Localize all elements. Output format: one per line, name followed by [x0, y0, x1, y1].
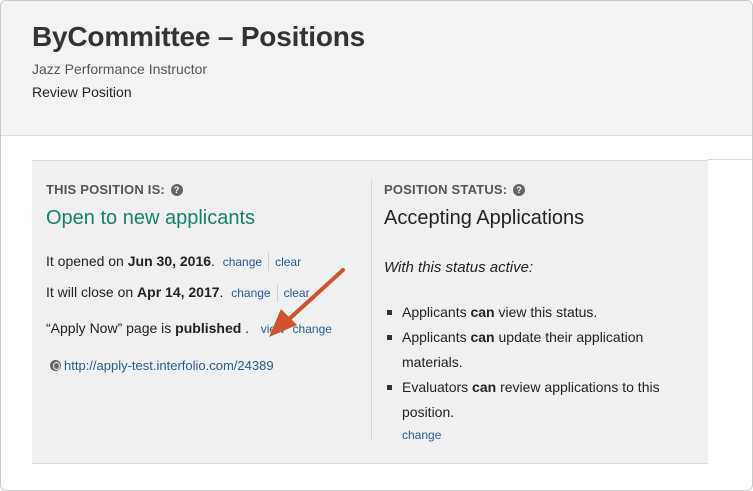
position-heading: THIS POSITION IS: ?: [46, 182, 183, 197]
position-heading-label: THIS POSITION IS:: [46, 182, 165, 197]
page-header: ByCommittee – Positions Jazz Performance…: [1, 1, 752, 136]
panel-divider: [708, 159, 752, 160]
position-status: Accepting Applications: [384, 207, 585, 229]
apply-page-line: “Apply Now” page is published . view cha…: [46, 320, 332, 336]
with-status-label: With this status active:: [384, 259, 534, 276]
list-item: Applicants can update their application …: [384, 325, 684, 375]
rule-permission: can: [470, 329, 495, 345]
rule-subject: Applicants: [402, 304, 467, 320]
opened-clear-link[interactable]: clear: [275, 255, 301, 269]
rule-action: view this status.: [498, 304, 598, 320]
status-rules-list: Applicants can view this status. Applica…: [384, 300, 684, 425]
rule-subject: Evaluators: [402, 379, 469, 395]
help-icon[interactable]: ?: [170, 184, 183, 196]
page-title: ByCommittee – Positions: [32, 21, 366, 52]
help-icon[interactable]: ?: [513, 184, 526, 196]
apply-change-link[interactable]: change: [293, 322, 332, 336]
position-panel: THIS POSITION IS: ? Open to new applican…: [32, 160, 708, 464]
rule-subject: Applicants: [402, 329, 467, 345]
apply-view-link[interactable]: view: [261, 322, 285, 336]
status-heading-label: POSITION STATUS:: [384, 182, 508, 197]
status-heading: POSITION STATUS: ?: [384, 182, 526, 197]
link-separator: [276, 284, 278, 303]
rule-permission: can: [472, 379, 497, 395]
apply-page-suffix: .: [241, 320, 250, 336]
app-window: ByCommittee – Positions Jazz Performance…: [0, 0, 753, 491]
list-item: Evaluators can review applications to th…: [384, 375, 684, 425]
close-line: It will close on Apr 14, 2017. change cle…: [46, 284, 310, 303]
opened-change-link[interactable]: change: [223, 255, 262, 269]
apply-page-prefix: “Apply Now” page is: [46, 320, 172, 336]
apply-url-link[interactable]: http://apply-test.interfolio.com/24389: [64, 358, 274, 373]
globe-icon: [50, 360, 61, 371]
link-separator: [268, 253, 270, 272]
apply-page-state: published: [175, 320, 242, 336]
opened-suffix: .: [211, 253, 215, 269]
close-change-link[interactable]: change: [231, 286, 270, 300]
position-name: Jazz Performance Instructor: [32, 61, 208, 77]
close-date: Apr 14, 2017: [137, 284, 220, 300]
status-change-link[interactable]: change: [402, 428, 441, 442]
close-suffix: .: [219, 284, 224, 300]
breadcrumb: Review Position: [32, 84, 132, 100]
close-prefix: It will close on: [46, 284, 134, 300]
opened-line: It opened on Jun 30, 2016. change clear: [46, 253, 301, 272]
opened-prefix: It opened on: [46, 253, 124, 269]
list-item: Applicants can view this status.: [384, 300, 684, 325]
open-status: Open to new applicants: [46, 207, 256, 229]
rule-permission: can: [470, 304, 495, 320]
apply-url-row: http://apply-test.interfolio.com/24389: [50, 358, 274, 373]
close-clear-link[interactable]: clear: [284, 286, 310, 300]
opened-date: Jun 30, 2016: [127, 253, 212, 269]
column-divider: [371, 179, 372, 441]
